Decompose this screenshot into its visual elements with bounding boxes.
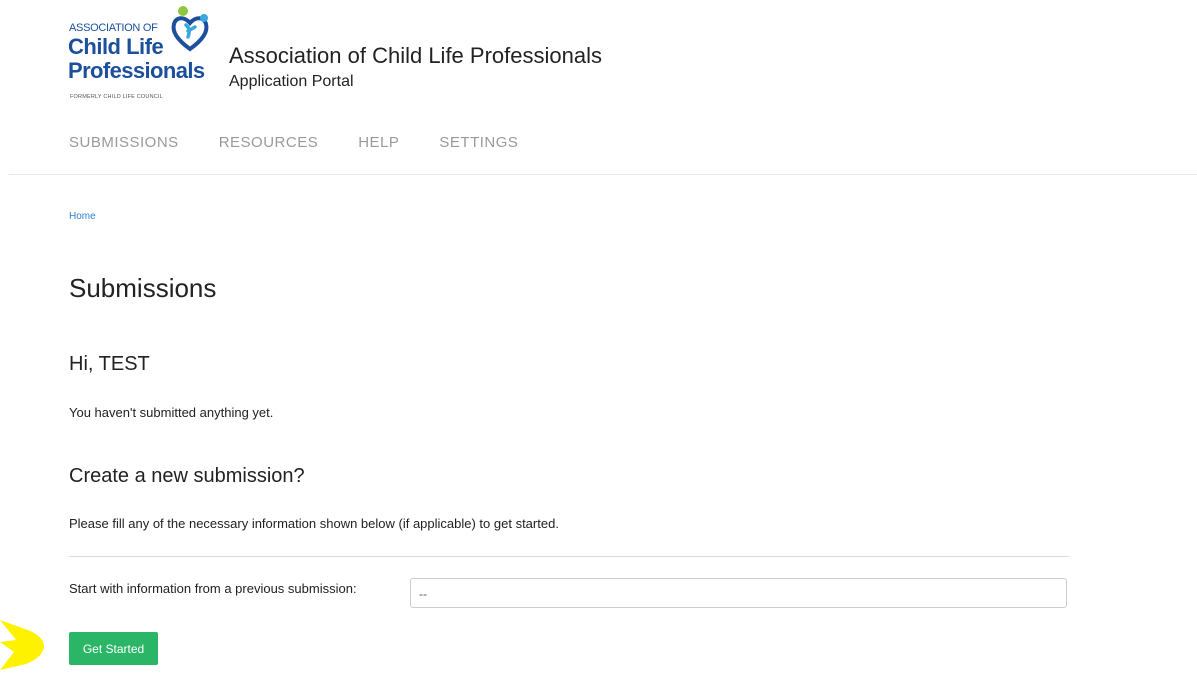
previous-submission-select[interactable]: -- xyxy=(410,578,1067,608)
nav-item-resources[interactable]: RESOURCES xyxy=(219,134,319,151)
nav-item-submissions[interactable]: SUBMISSIONS xyxy=(69,134,179,151)
instructions-text: Please fill any of the necessary informa… xyxy=(69,516,559,531)
logo-text-child-life: Child Life xyxy=(68,34,164,59)
nav-item-settings[interactable]: SETTINGS xyxy=(439,134,518,151)
nav-divider xyxy=(9,174,1197,175)
section-divider xyxy=(69,556,1069,557)
get-started-button[interactable]: Get Started xyxy=(69,632,158,665)
page-title: Submissions xyxy=(69,273,217,303)
acp-logo[interactable]: ASSOCIATION OF Child Life Professionals … xyxy=(66,5,212,103)
empty-submissions-message: You haven't submitted anything yet. xyxy=(69,405,274,420)
previous-submission-label: Start with information from a previous s… xyxy=(69,581,357,596)
main-nav: SUBMISSIONS RESOURCES HELP SETTINGS xyxy=(69,134,518,151)
logo-text-formerly: FORMERLY CHILD LIFE COUNCIL xyxy=(70,94,163,100)
greeting-heading: Hi, TEST xyxy=(69,353,150,375)
highlight-arrow-icon xyxy=(0,620,44,670)
nav-item-help[interactable]: HELP xyxy=(358,134,399,151)
family-heart-logo-icon xyxy=(171,6,209,52)
breadcrumb-home-link[interactable]: Home xyxy=(69,211,96,222)
site-subtitle: Application Portal xyxy=(229,73,354,90)
logo-text-professionals: Professionals xyxy=(68,58,205,83)
logo-text-association: ASSOCIATION OF xyxy=(69,22,158,34)
site-title: Association of Child Life Professionals xyxy=(229,43,602,68)
new-submission-heading: Create a new submission? xyxy=(69,465,305,487)
